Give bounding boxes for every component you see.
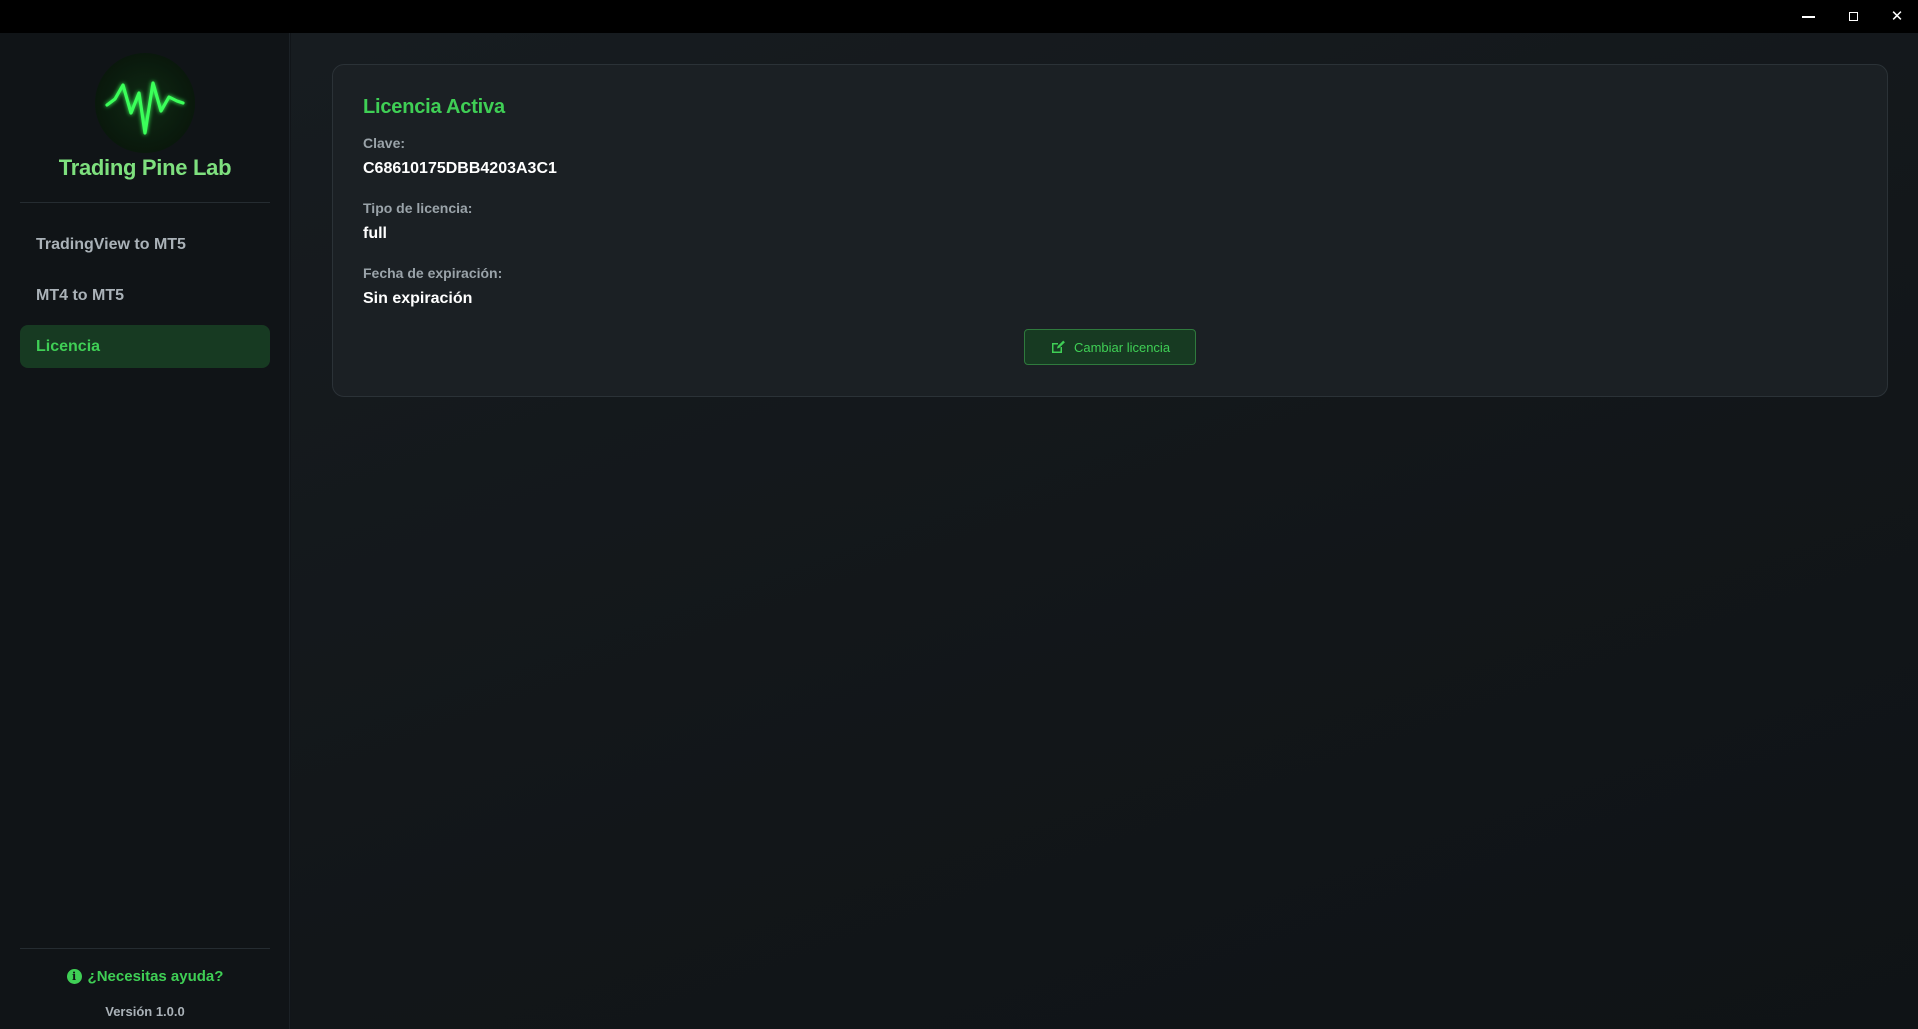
maximize-icon: [1848, 12, 1858, 21]
sidebar-item-tradingview-to-mt5[interactable]: TradingView to MT5: [20, 223, 270, 266]
license-expiry-label: Fecha de expiración:: [363, 265, 503, 281]
info-icon: i: [66, 969, 82, 984]
minimize-icon: [1801, 15, 1815, 18]
change-license-button[interactable]: Cambiar licencia: [1024, 329, 1196, 365]
version-label: Versión 1.0.0: [105, 1004, 185, 1019]
sidebar-item-mt4-to-mt5[interactable]: MT4 to MT5: [20, 274, 270, 317]
license-card: Licencia Activa Clave: C68610175DBB4203A…: [332, 64, 1888, 397]
minimize-button[interactable]: [1786, 0, 1830, 33]
sidebar-divider-bottom: [20, 948, 270, 949]
license-expiry-value: Sin expiración: [363, 290, 473, 307]
waveform-logo-icon: [95, 53, 195, 153]
sidebar-item-licencia[interactable]: Licencia: [20, 325, 270, 368]
change-license-label: Cambiar licencia: [1073, 339, 1171, 355]
sidebar-divider-top: [20, 202, 270, 203]
main-content: Licencia Activa Clave: C68610175DBB4203A…: [291, 33, 1918, 1029]
close-icon: ✕: [1890, 7, 1904, 25]
maximize-button[interactable]: [1831, 0, 1875, 33]
sidebar-item-label: TradingView to MT5: [36, 235, 186, 253]
help-label: ¿Necesitas ayuda?: [87, 968, 224, 985]
close-button[interactable]: ✕: [1875, 0, 1918, 33]
license-key-label: Clave:: [363, 135, 406, 151]
license-type-label: Tipo de licencia:: [363, 200, 473, 216]
edit-icon: [1050, 339, 1066, 355]
license-key-value: C68610175DBB4203A3C1: [363, 160, 557, 177]
window-titlebar: ✕: [0, 0, 1918, 33]
license-type-value: full: [363, 225, 387, 242]
sidebar-item-label: MT4 to MT5: [36, 286, 124, 304]
license-title: Licencia Activa: [363, 96, 505, 118]
sidebar-item-label: Licencia: [36, 337, 101, 355]
brand-name: Trading Pine Lab: [58, 155, 232, 180]
sidebar: Trading Pine Lab TradingView to MT5 MT4 …: [0, 33, 290, 1029]
help-link[interactable]: i ¿Necesitas ayuda?: [0, 968, 290, 985]
